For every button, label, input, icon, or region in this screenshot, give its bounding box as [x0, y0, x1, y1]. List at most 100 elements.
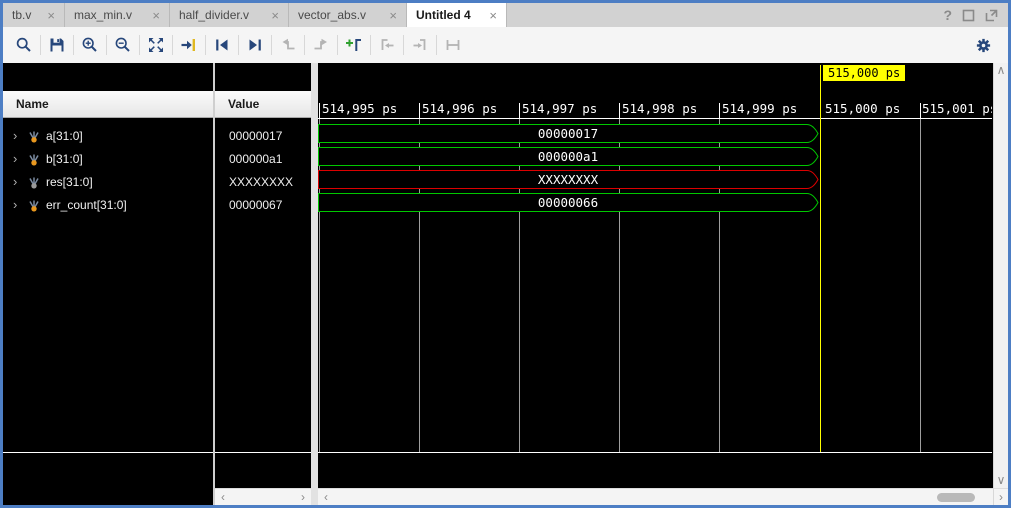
- save-wave-config-button[interactable]: [44, 32, 70, 58]
- settings-button[interactable]: [970, 32, 996, 58]
- zoom-in-icon: [81, 36, 99, 54]
- toolbar-separator: [271, 35, 272, 55]
- swap-cursors-button[interactable]: [440, 32, 466, 58]
- close-icon[interactable]: ×: [271, 8, 279, 23]
- value-row-err-count[interactable]: 00000067: [215, 193, 311, 216]
- toolbar-separator: [304, 35, 305, 55]
- signal-row-err-count[interactable]: › err_count[31:0]: [3, 193, 213, 216]
- signal-name: b[31:0]: [46, 152, 83, 166]
- bus-value-b: 000000a1: [538, 149, 598, 164]
- cursor-time-label[interactable]: 515,000 ps: [823, 65, 905, 81]
- next-transition-icon: [312, 36, 330, 54]
- go-to-time-0-button[interactable]: [209, 32, 235, 58]
- previous-marker-button[interactable]: [374, 32, 400, 58]
- scroll-right-icon[interactable]: ›: [295, 490, 311, 504]
- signal-name-list[interactable]: › a[31:0] › b[31:0] ›: [3, 118, 213, 505]
- close-icon[interactable]: ×: [152, 8, 160, 23]
- zoom-fit-icon: [147, 36, 165, 54]
- tab-label: vector_abs.v: [298, 8, 366, 22]
- bus-value-a: 00000017: [538, 126, 598, 141]
- maximize-icon[interactable]: [962, 9, 975, 22]
- scroll-thumb[interactable]: [937, 493, 975, 502]
- expand-chevron-icon[interactable]: ›: [13, 128, 26, 143]
- close-icon[interactable]: ×: [47, 8, 55, 23]
- value-row-res[interactable]: XXXXXXXX: [215, 170, 311, 193]
- scroll-down-icon[interactable]: ∨: [994, 473, 1008, 488]
- axis-tick-label: 514,995 ps: [322, 101, 397, 116]
- name-header-label: Name: [16, 97, 49, 111]
- value-row-b[interactable]: 000000a1: [215, 147, 311, 170]
- find-button[interactable]: [11, 32, 37, 58]
- zoom-to-cursor-button[interactable]: [176, 32, 202, 58]
- panel-separator-line: [215, 452, 311, 453]
- toolbar-separator: [172, 35, 173, 55]
- search-icon: [15, 36, 33, 54]
- previous-marker-icon: [378, 36, 396, 54]
- panel-wave-splitter[interactable]: [311, 63, 318, 505]
- axis-tick-label: 514,999 ps: [722, 101, 797, 116]
- signal-row-a[interactable]: › a[31:0]: [3, 124, 213, 147]
- expand-chevron-icon[interactable]: ›: [13, 151, 26, 166]
- tab-label: Untitled 4: [416, 8, 471, 22]
- bus-signal-icon-undefined: [27, 175, 41, 189]
- expand-chevron-icon[interactable]: ›: [13, 174, 26, 189]
- tab-max-min-v[interactable]: max_min.v ×: [65, 3, 170, 27]
- value-panel-hscrollbar[interactable]: ‹ ›: [215, 488, 311, 505]
- scroll-left-icon[interactable]: ‹: [215, 490, 231, 504]
- signal-row-b[interactable]: › b[31:0]: [3, 147, 213, 170]
- signal-name: a[31:0]: [46, 129, 83, 143]
- signal-name: res[31:0]: [46, 175, 93, 189]
- axis-tick-label: 514,996 ps: [422, 101, 497, 116]
- wave-vscrollbar[interactable]: ∧ ∨ ›: [993, 63, 1008, 505]
- signal-row-res[interactable]: › res[31:0]: [3, 170, 213, 193]
- help-icon[interactable]: ?: [943, 7, 952, 23]
- panel-separator-line: [3, 452, 213, 453]
- scroll-track[interactable]: [994, 78, 1008, 473]
- zoom-fit-button[interactable]: [143, 32, 169, 58]
- swap-cursors-icon: [444, 36, 462, 54]
- go-to-start-icon: [213, 36, 231, 54]
- close-icon[interactable]: ×: [489, 8, 497, 23]
- signal-name-panel: Name › a[31:0] › b[31:0: [3, 63, 213, 505]
- wave-column: 515,000 ps: [318, 63, 993, 505]
- tab-tb-v[interactable]: tb.v ×: [3, 3, 65, 27]
- gear-icon: [975, 37, 992, 54]
- tab-vector-abs-v[interactable]: vector_abs.v ×: [289, 3, 407, 27]
- add-marker-button[interactable]: [341, 32, 367, 58]
- value-panel-top-strip: [215, 63, 311, 91]
- close-icon[interactable]: ×: [389, 8, 397, 23]
- value-row-a[interactable]: 00000017: [215, 124, 311, 147]
- toolbar-separator: [139, 35, 140, 55]
- zoom-out-button[interactable]: [110, 32, 136, 58]
- wave-canvas[interactable]: 515,000 ps: [318, 63, 993, 488]
- waveform-plot: 514,995 ps 514,996 ps 514,997 ps 514,998…: [318, 63, 992, 488]
- wave-hscrollbar[interactable]: ‹: [318, 488, 993, 505]
- save-icon: [48, 36, 66, 54]
- tab-half-divider-v[interactable]: half_divider.v ×: [170, 3, 289, 27]
- toolbar-separator: [40, 35, 41, 55]
- tab-label: half_divider.v: [179, 8, 249, 22]
- scroll-left-icon[interactable]: ‹: [318, 490, 334, 504]
- bus-value-err-count: 00000066: [538, 195, 598, 210]
- expand-chevron-icon[interactable]: ›: [13, 197, 26, 212]
- toolbar-separator: [73, 35, 74, 55]
- next-transition-button[interactable]: [308, 32, 334, 58]
- signal-value: 00000017: [229, 129, 282, 143]
- toolbar-separator: [238, 35, 239, 55]
- previous-transition-icon: [279, 36, 297, 54]
- toolbar-separator: [436, 35, 437, 55]
- go-to-last-time-button[interactable]: [242, 32, 268, 58]
- tab-untitled-4[interactable]: Untitled 4 ×: [407, 3, 507, 27]
- zoom-out-icon: [114, 36, 132, 54]
- axis-tick-label: 515,001 ps: [922, 101, 992, 116]
- scroll-right-icon[interactable]: ›: [994, 488, 1008, 505]
- signal-value-list[interactable]: 00000017 000000a1 XXXXXXXX 00000067: [215, 118, 311, 488]
- previous-transition-button[interactable]: [275, 32, 301, 58]
- tab-label: max_min.v: [74, 8, 132, 22]
- float-window-icon[interactable]: [985, 9, 998, 22]
- zoom-in-button[interactable]: [77, 32, 103, 58]
- next-marker-button[interactable]: [407, 32, 433, 58]
- zoom-to-cursor-icon: [180, 36, 198, 54]
- toolbar-separator: [370, 35, 371, 55]
- scroll-up-icon[interactable]: ∧: [994, 63, 1008, 78]
